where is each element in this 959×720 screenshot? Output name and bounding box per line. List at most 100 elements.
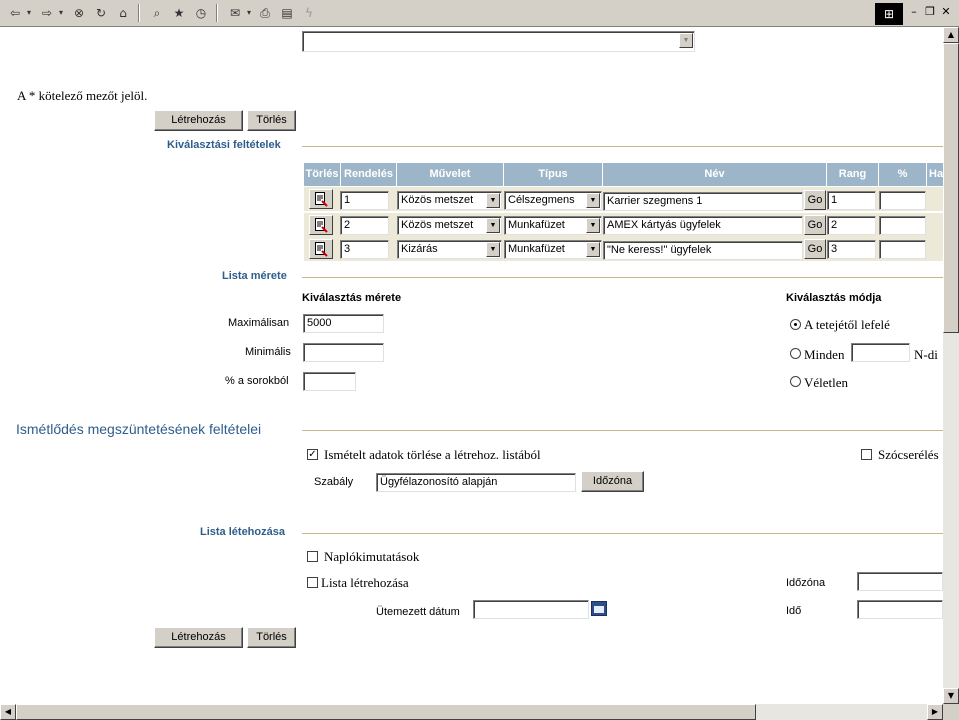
remove-duplicates-checkbox[interactable]: ✓ bbox=[307, 449, 318, 460]
name-input[interactable]: Karrier szegmens 1 bbox=[603, 192, 803, 211]
selection-size-heading: Kiválasztás mérete bbox=[302, 292, 402, 304]
edit-icon[interactable]: ▤ bbox=[278, 4, 296, 22]
type-select[interactable]: Célszegmens ▼ bbox=[504, 191, 602, 210]
mail-icon[interactable]: ✉ bbox=[226, 4, 244, 22]
top-select[interactable]: ▼ bbox=[302, 31, 695, 52]
rule-label: Szabály bbox=[314, 476, 354, 488]
col-header-type: Típus bbox=[504, 163, 602, 186]
col-header-percent: % bbox=[879, 163, 926, 186]
go-button[interactable]: Go bbox=[804, 239, 826, 259]
refresh-icon[interactable]: ↻ bbox=[92, 4, 110, 22]
toolbar-separator bbox=[216, 4, 218, 22]
rule-input[interactable]: Ügyfélazonosító alapján bbox=[376, 473, 576, 492]
create-button-bottom[interactable]: Létrehozás bbox=[154, 627, 243, 648]
col-header-operation: Művelet bbox=[397, 163, 503, 186]
list-creation-title: Lista létehozása bbox=[200, 526, 285, 538]
delete-row-icon[interactable] bbox=[309, 239, 333, 259]
chevron-down-icon: ▼ bbox=[586, 242, 600, 257]
chevron-down-icon: ▼ bbox=[486, 242, 500, 257]
back-dropdown-icon[interactable]: ▾ bbox=[24, 4, 34, 22]
chevron-down-icon: ▼ bbox=[586, 218, 600, 233]
scroll-right-icon[interactable]: ▶ bbox=[927, 704, 943, 720]
dedup-title: Ismétlődés megszüntetésének feltételei bbox=[16, 421, 262, 437]
log-reports-checkbox[interactable] bbox=[307, 551, 318, 562]
mode-top-label: A tetejétől lefelé bbox=[804, 317, 890, 332]
time-input[interactable] bbox=[857, 600, 943, 619]
mail-dropdown-icon[interactable]: ▾ bbox=[244, 4, 254, 22]
name-input[interactable]: "Ne keress!" ügyfelek bbox=[603, 241, 803, 260]
go-button[interactable]: Go bbox=[804, 215, 826, 235]
calendar-icon[interactable] bbox=[591, 601, 607, 616]
selection-mode-heading: Kiválasztás módja bbox=[786, 292, 882, 304]
restore-icon[interactable]: ❐ bbox=[922, 3, 938, 21]
percent-input[interactable] bbox=[879, 240, 926, 259]
home-icon[interactable]: ⌂ bbox=[114, 4, 132, 22]
operation-value: Közös metszet bbox=[401, 194, 474, 206]
rank-input[interactable]: 3 bbox=[827, 240, 876, 259]
col-header-name: Név bbox=[603, 163, 826, 186]
col-header-rank: Rang bbox=[827, 163, 878, 186]
stop-icon[interactable]: ⊗ bbox=[70, 4, 88, 22]
search-icon[interactable]: ⌕ bbox=[148, 4, 166, 22]
mode-every-radio[interactable] bbox=[790, 348, 801, 359]
rank-input[interactable]: 1 bbox=[827, 191, 876, 210]
timezone-button[interactable]: Időzóna bbox=[581, 471, 644, 492]
create-button-top[interactable]: Létrehozás bbox=[154, 110, 243, 131]
scroll-down-icon[interactable]: ▼ bbox=[943, 688, 959, 704]
horizontal-scrollbar[interactable]: ◀ ▶ bbox=[0, 704, 943, 720]
forward-dropdown-icon[interactable]: ▾ bbox=[56, 4, 66, 22]
type-select[interactable]: Munkafüzet ▼ bbox=[504, 240, 602, 259]
name-input[interactable]: AMEX kártyás ügyfelek bbox=[603, 216, 803, 235]
word-replace-checkbox[interactable] bbox=[861, 449, 872, 460]
max-input[interactable]: 5000 bbox=[303, 314, 384, 333]
delete-button-top[interactable]: Törlés bbox=[247, 110, 296, 131]
favorites-icon[interactable]: ★ bbox=[170, 4, 188, 22]
chevron-down-icon: ▼ bbox=[679, 33, 693, 48]
rank-input[interactable]: 2 bbox=[827, 216, 876, 235]
required-note: A * kötelező mezőt jelöl. bbox=[17, 88, 148, 103]
type-select[interactable]: Munkafüzet ▼ bbox=[504, 216, 602, 235]
operation-select[interactable]: Közös metszet ▼ bbox=[397, 191, 502, 210]
calendar-icon-face bbox=[594, 606, 604, 613]
min-input[interactable] bbox=[303, 343, 384, 362]
mode-random-radio[interactable] bbox=[790, 376, 801, 387]
scroll-left-icon[interactable]: ◀ bbox=[0, 704, 16, 720]
operation-select[interactable]: Kizárás ▼ bbox=[397, 240, 502, 259]
back-icon[interactable]: ⇦ bbox=[6, 4, 24, 22]
delete-button-bottom[interactable]: Törlés bbox=[247, 627, 296, 648]
history-icon[interactable]: ◷ bbox=[192, 4, 210, 22]
scroll-up-icon[interactable]: ▲ bbox=[943, 27, 959, 43]
mode-top-radio[interactable] bbox=[790, 319, 801, 330]
scheduled-date-input[interactable] bbox=[473, 600, 589, 619]
percent-input[interactable] bbox=[879, 216, 926, 235]
order-input[interactable]: 3 bbox=[340, 240, 389, 259]
close-icon[interactable]: ✕ bbox=[938, 3, 954, 21]
percent-rows-input[interactable] bbox=[303, 372, 356, 391]
type-value: Célszegmens bbox=[508, 194, 575, 206]
scrollbar-corner bbox=[943, 704, 959, 720]
minimize-icon[interactable]: – bbox=[906, 3, 922, 21]
delete-row-icon[interactable] bbox=[309, 215, 333, 235]
order-input[interactable]: 2 bbox=[340, 216, 389, 235]
vertical-scrollbar[interactable]: ▲ ▼ bbox=[943, 27, 959, 704]
create-list-checkbox[interactable] bbox=[307, 577, 318, 588]
timezone-input[interactable] bbox=[857, 572, 943, 591]
go-button[interactable]: Go bbox=[804, 190, 826, 210]
percent-input[interactable] bbox=[879, 191, 926, 210]
create-list-label: Lista létrehozása bbox=[321, 575, 409, 590]
operation-value: Közös metszet bbox=[401, 219, 474, 231]
print-icon[interactable]: ⎙ bbox=[256, 4, 274, 22]
min-label: Minimális bbox=[245, 346, 291, 358]
delete-row-icon[interactable] bbox=[309, 189, 333, 209]
operation-select[interactable]: Közös metszet ▼ bbox=[397, 216, 502, 235]
order-input[interactable]: 1 bbox=[340, 191, 389, 210]
log-reports-label: Naplókimutatások bbox=[324, 549, 420, 564]
remove-duplicates-label: Ismételt adatok törlése a létrehoz. list… bbox=[324, 447, 541, 462]
forward-icon[interactable]: ⇨ bbox=[38, 4, 56, 22]
every-n-input[interactable] bbox=[851, 343, 910, 362]
horizontal-scroll-thumb[interactable] bbox=[16, 704, 756, 720]
col-header-delete: Törlés bbox=[304, 163, 340, 186]
mode-random-label: Véletlen bbox=[804, 375, 849, 390]
messenger-icon[interactable]: ϟ bbox=[300, 4, 318, 22]
vertical-scroll-thumb[interactable] bbox=[943, 43, 959, 333]
